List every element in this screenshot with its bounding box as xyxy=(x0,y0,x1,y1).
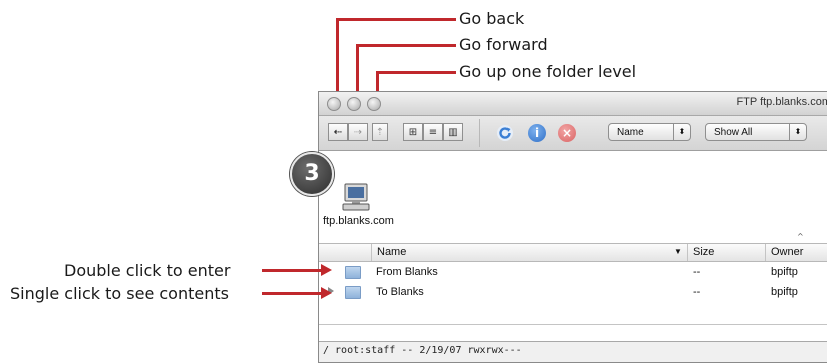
view-columns-button[interactable]: ▥ xyxy=(443,123,463,141)
filter-stepper-icon: ⬍ xyxy=(789,124,806,140)
refresh-icon xyxy=(497,125,513,141)
arrow-single-click xyxy=(321,287,332,299)
info-icon: i xyxy=(534,126,540,140)
sort-stepper-icon: ⬍ xyxy=(673,124,690,140)
toolbar-separator xyxy=(479,119,480,147)
column-sort-indicator-icon[interactable]: ▼ xyxy=(674,247,682,256)
leader-single-click xyxy=(262,292,322,295)
folder-icon xyxy=(345,286,361,299)
column-owner[interactable]: Owner xyxy=(771,246,803,258)
status-text: / root:staff -- 2/19/07 rwxrwx--- xyxy=(323,345,522,356)
item-size: -- xyxy=(693,286,701,298)
callout-single-click: Single click to see contents xyxy=(10,284,229,303)
list-item[interactable]: From Blanks -- bpiftp xyxy=(319,262,827,282)
forward-button[interactable]: ⇢ xyxy=(348,123,368,141)
callout-go-up: Go up one folder level xyxy=(459,62,637,81)
callout-go-back: Go back xyxy=(459,9,525,28)
icon-view-icon: ⊞ xyxy=(408,127,418,138)
minimize-window-button[interactable] xyxy=(347,97,361,111)
sort-caret-icon: ^ xyxy=(797,232,804,241)
back-button[interactable]: ⇠ xyxy=(328,123,348,141)
stop-button[interactable]: × xyxy=(558,124,576,142)
computer-icon[interactable] xyxy=(341,182,371,212)
host-label: ftp.blanks.com xyxy=(323,215,394,227)
header-divider xyxy=(371,244,372,261)
leader-forward-h xyxy=(356,44,456,47)
column-size[interactable]: Size xyxy=(693,246,714,258)
column-header: Name ▼ Size Owner xyxy=(319,243,827,262)
zoom-window-button[interactable] xyxy=(367,97,381,111)
item-name: From Blanks xyxy=(376,266,438,278)
callout-go-forward: Go forward xyxy=(459,35,548,54)
item-name: To Blanks xyxy=(376,286,424,298)
close-window-button[interactable] xyxy=(327,97,341,111)
header-divider xyxy=(765,244,766,261)
item-owner: bpiftp xyxy=(771,286,798,298)
stop-icon: × xyxy=(561,126,573,140)
folder-icon xyxy=(345,266,361,279)
back-arrow-icon: ⇠ xyxy=(333,127,343,138)
ftp-window: FTP ftp.blanks.com ⇠ ⇢ ⇡ ⊞ ≡ ▥ i × Name … xyxy=(318,91,827,363)
leader-up-h xyxy=(376,71,456,74)
leader-double-click xyxy=(262,269,322,272)
sort-popup-value: Name xyxy=(617,127,644,138)
forward-arrow-icon: ⇢ xyxy=(353,127,363,138)
column-view-icon: ▥ xyxy=(448,127,458,138)
list-bottom-divider xyxy=(319,324,827,325)
arrow-double-click xyxy=(321,264,332,276)
item-owner: bpiftp xyxy=(771,266,798,278)
up-folder-button[interactable]: ⇡ xyxy=(372,123,388,141)
title-bar: FTP ftp.blanks.com xyxy=(319,92,827,116)
filter-popup-value: Show All xyxy=(714,127,753,138)
list-view-icon: ≡ xyxy=(428,127,438,138)
view-icons-button[interactable]: ⊞ xyxy=(403,123,423,141)
sort-popup[interactable]: Name ⬍ xyxy=(608,123,691,141)
callout-double-click: Double click to enter xyxy=(64,261,231,280)
info-button[interactable]: i xyxy=(528,124,546,142)
item-size: -- xyxy=(693,266,701,278)
filter-popup[interactable]: Show All ⬍ xyxy=(705,123,807,141)
list-item[interactable]: To Blanks -- bpiftp xyxy=(319,282,827,302)
refresh-button[interactable] xyxy=(496,124,514,142)
up-arrow-icon: ⇡ xyxy=(375,127,385,138)
header-divider xyxy=(687,244,688,261)
leader-back-h xyxy=(336,18,456,21)
column-name[interactable]: Name xyxy=(377,246,406,258)
window-title: FTP ftp.blanks.com xyxy=(736,96,827,108)
toolbar: ⇠ ⇢ ⇡ ⊞ ≡ ▥ i × Name ⬍ Show All ⬍ xyxy=(319,116,827,151)
view-list-button[interactable]: ≡ xyxy=(423,123,443,141)
step-badge: 3 xyxy=(290,152,334,196)
host-area: ftp.blanks.com xyxy=(319,151,827,231)
